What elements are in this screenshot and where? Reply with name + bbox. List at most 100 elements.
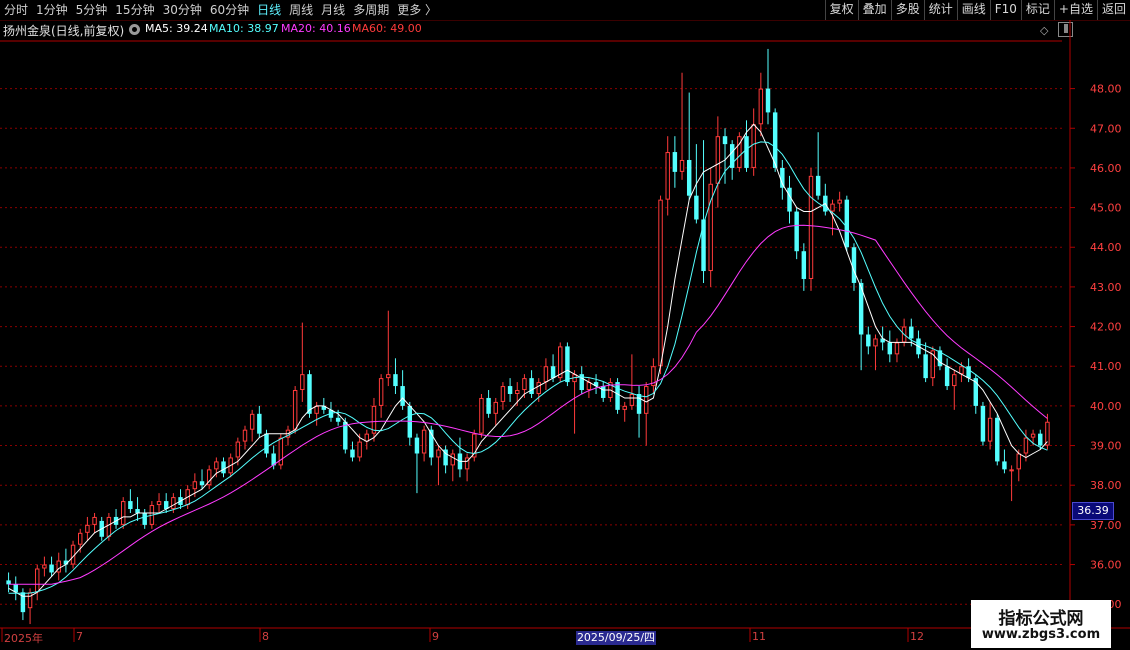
candle-body xyxy=(486,397,491,414)
watermark: 指标公式网 www.zbgs3.com xyxy=(971,600,1111,648)
candle-body xyxy=(414,437,420,454)
x-axis-label: 8 xyxy=(262,630,269,643)
candle-body xyxy=(357,441,362,458)
candle-body xyxy=(987,417,993,442)
candle-body xyxy=(257,413,262,434)
candle-body xyxy=(1016,453,1021,470)
candle-body xyxy=(364,433,370,442)
x-axis-label: 11 xyxy=(752,630,766,643)
candle-body xyxy=(851,247,857,283)
candle-body xyxy=(622,405,627,410)
candle-body xyxy=(386,374,391,379)
candle-body xyxy=(421,429,427,454)
candle-body xyxy=(1002,461,1007,470)
candle-body xyxy=(615,382,620,410)
price-tag: 36.39 xyxy=(1072,502,1114,520)
candle-body xyxy=(952,374,957,387)
candle-body xyxy=(249,413,255,430)
candle-body xyxy=(500,386,506,402)
ma10-line xyxy=(8,141,1048,594)
y-tick-label: 44.00 xyxy=(1090,241,1122,254)
candle-body xyxy=(515,390,520,394)
candle-body xyxy=(378,378,384,406)
candle-body xyxy=(837,199,842,204)
candle-body xyxy=(42,564,47,569)
candle-body xyxy=(980,405,986,442)
candle-body xyxy=(85,524,90,533)
candle-body xyxy=(1023,437,1029,454)
kline-chart[interactable]: 35.0036.0037.0038.0039.0040.0041.0042.00… xyxy=(0,0,1130,650)
candle-body xyxy=(106,516,112,537)
candle-body xyxy=(565,346,570,383)
candle-body xyxy=(873,338,878,347)
y-tick-label: 39.00 xyxy=(1090,440,1122,453)
candle-body xyxy=(679,159,685,172)
candle-body xyxy=(694,195,699,220)
candle-body xyxy=(27,592,33,609)
candle-body xyxy=(156,501,162,506)
x-axis-label: 9 xyxy=(432,630,439,643)
candle-body xyxy=(529,378,534,394)
candle-body xyxy=(751,124,756,168)
candle-body xyxy=(142,512,147,525)
watermark-url: www.zbgs3.com xyxy=(981,627,1101,642)
y-tick-label: 45.00 xyxy=(1090,202,1122,215)
candle-body xyxy=(643,386,649,414)
y-tick-label: 43.00 xyxy=(1090,281,1122,294)
y-tick-label: 38.00 xyxy=(1090,479,1122,492)
candle-body xyxy=(393,374,398,387)
candle-body xyxy=(1038,433,1043,446)
candle-body xyxy=(1009,469,1014,472)
candle-body xyxy=(636,393,642,414)
candle-body xyxy=(171,497,176,510)
y-tick-label: 37.00 xyxy=(1090,519,1122,532)
candle-body xyxy=(866,334,871,347)
candle-body xyxy=(436,449,441,458)
candle-body xyxy=(830,203,835,212)
candle-body xyxy=(543,366,549,383)
candle-body xyxy=(128,501,133,510)
candle-body xyxy=(944,366,950,387)
candle-body xyxy=(536,382,541,394)
candle-body xyxy=(787,187,792,212)
candle-body xyxy=(335,417,341,422)
candle-body xyxy=(701,219,706,272)
candle-body xyxy=(808,175,814,279)
x-axis-label: 2025年 xyxy=(4,632,43,645)
candle-body xyxy=(765,88,771,113)
candle-body xyxy=(672,152,678,172)
candle-body xyxy=(586,382,592,391)
candle-body xyxy=(242,429,248,442)
candle-body xyxy=(815,175,821,196)
candle-body xyxy=(35,568,40,593)
candle-body xyxy=(92,516,97,525)
candle-body xyxy=(1030,433,1036,438)
candle-body xyxy=(49,564,54,573)
candle-body xyxy=(199,481,205,486)
candle-body xyxy=(479,397,484,434)
y-tick-label: 47.00 xyxy=(1090,122,1122,135)
date-tag: 2025/09/25/四 xyxy=(576,631,656,645)
candle-body xyxy=(135,509,140,513)
candle-body xyxy=(629,393,635,406)
candle-body xyxy=(120,501,126,525)
candle-body xyxy=(522,378,527,391)
candle-body xyxy=(995,417,1000,462)
candle-body xyxy=(909,326,914,339)
x-axis-label: 7 xyxy=(76,630,83,643)
candle-body xyxy=(493,401,498,414)
candle-body xyxy=(758,88,764,125)
candle-body xyxy=(300,374,305,391)
candle-body xyxy=(314,405,319,414)
y-tick-label: 36.00 xyxy=(1090,559,1122,572)
candle-body xyxy=(350,449,355,458)
candle-body xyxy=(192,481,198,490)
candle-body xyxy=(722,136,728,145)
watermark-title: 指标公式网 xyxy=(998,609,1084,629)
candle-body xyxy=(887,342,893,355)
candle-body xyxy=(658,199,663,367)
ma5-line xyxy=(8,123,1048,597)
candle-body xyxy=(923,354,928,379)
candle-body xyxy=(371,405,377,434)
x-axis-label: 12 xyxy=(910,630,924,643)
